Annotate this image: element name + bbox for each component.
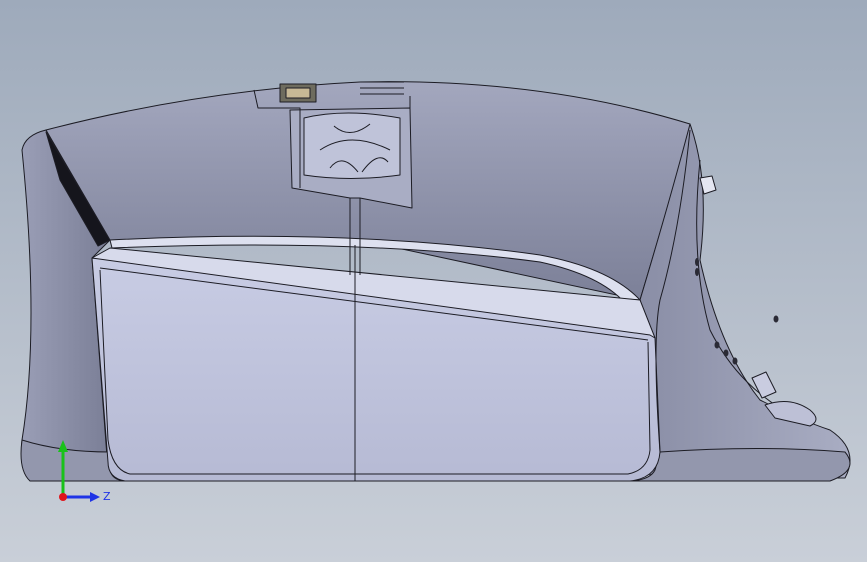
triad-origin — [59, 493, 67, 501]
z-axis-label: Z — [103, 490, 111, 503]
scroll-wheel[interactable] — [303, 112, 401, 179]
cad-scene[interactable]: Z — [0, 0, 867, 562]
graphics-viewport[interactable]: Z — [0, 0, 867, 562]
dpi-button-inner — [285, 87, 311, 99]
